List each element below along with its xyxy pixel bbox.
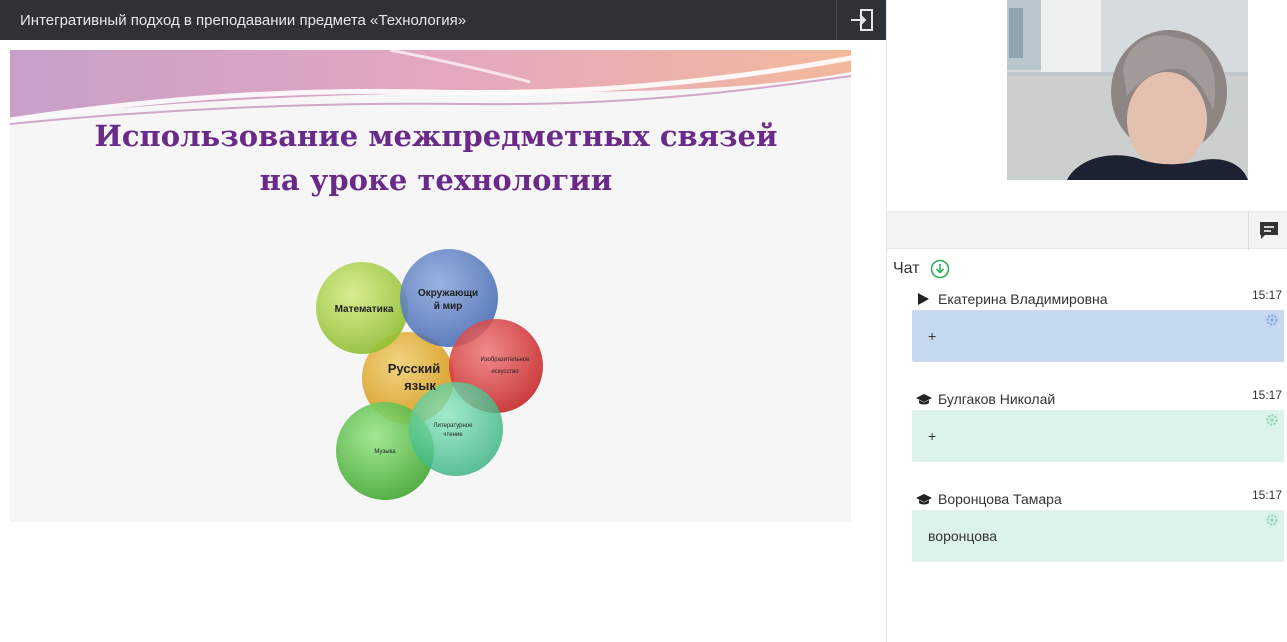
- label-art-2: искусство: [491, 369, 519, 375]
- label-art-1: Изобразительное: [481, 357, 531, 363]
- side-panel: Чат Екатерина Владимировна 15:17 + Булга…: [886, 0, 1287, 642]
- side-toolbar: [887, 211, 1287, 250]
- download-icon[interactable]: [930, 259, 950, 279]
- slide: Использование межпредметных связей на ур…: [10, 50, 851, 522]
- message-time: 15:17: [1251, 488, 1282, 502]
- subjects-diagram: Математика Окружающи й мир Русский язык …: [316, 249, 543, 500]
- chat-message: Булгаков Николай 15:17 +: [912, 388, 1284, 462]
- label-math: Математика: [335, 304, 394, 315]
- chat-header: Чат: [893, 259, 950, 279]
- exit-icon: [850, 9, 873, 31]
- message-author: Воронцова Тамара: [938, 491, 1062, 507]
- message-time: 15:17: [1251, 388, 1282, 402]
- label-music: Музыка: [374, 449, 396, 455]
- webcam-video: [1007, 0, 1248, 180]
- chat-title: Чат: [893, 260, 920, 277]
- message-bubble: воронцова: [912, 510, 1284, 562]
- play-icon: [916, 292, 932, 306]
- message-text: +: [928, 328, 937, 344]
- graduation-cap-icon: [916, 492, 932, 506]
- label-world-1: Окружающи: [418, 288, 478, 299]
- message-bubble: +: [912, 310, 1284, 362]
- chat-toggle-button[interactable]: [1248, 212, 1287, 250]
- gear-icon[interactable]: [1266, 314, 1278, 326]
- message-author: Булгаков Николай: [938, 391, 1056, 407]
- message-bubble: +: [912, 410, 1284, 462]
- presentation-header: Интегративный подход в преподавании пред…: [0, 0, 886, 40]
- chat-icon: [1259, 222, 1278, 239]
- label-world-2: й мир: [434, 301, 463, 312]
- circle-literature: [409, 382, 503, 476]
- message-text: воронцова: [928, 528, 998, 544]
- presentation-title: Интегративный подход в преподавании пред…: [20, 11, 467, 29]
- message-author: Екатерина Владимировна: [938, 291, 1108, 307]
- gear-icon[interactable]: [1266, 414, 1278, 426]
- gear-icon[interactable]: [1266, 514, 1278, 526]
- label-russian-2: язык: [404, 378, 436, 393]
- speaker-video-image: [1007, 0, 1248, 180]
- label-literature-2: чтение: [443, 432, 463, 438]
- graduation-cap-icon: [916, 392, 932, 406]
- message-time: 15:17: [1251, 288, 1282, 302]
- chat-message: Екатерина Владимировна 15:17 +: [912, 288, 1284, 362]
- message-text: +: [928, 428, 937, 444]
- exit-button[interactable]: [836, 0, 886, 40]
- label-russian-1: Русский: [388, 361, 441, 376]
- presentation-area: Интегративный подход в преподавании пред…: [0, 0, 886, 642]
- chat-message: Воронцова Тамара 15:17 воронцова: [912, 488, 1284, 562]
- label-literature-1: Литературное: [434, 423, 474, 429]
